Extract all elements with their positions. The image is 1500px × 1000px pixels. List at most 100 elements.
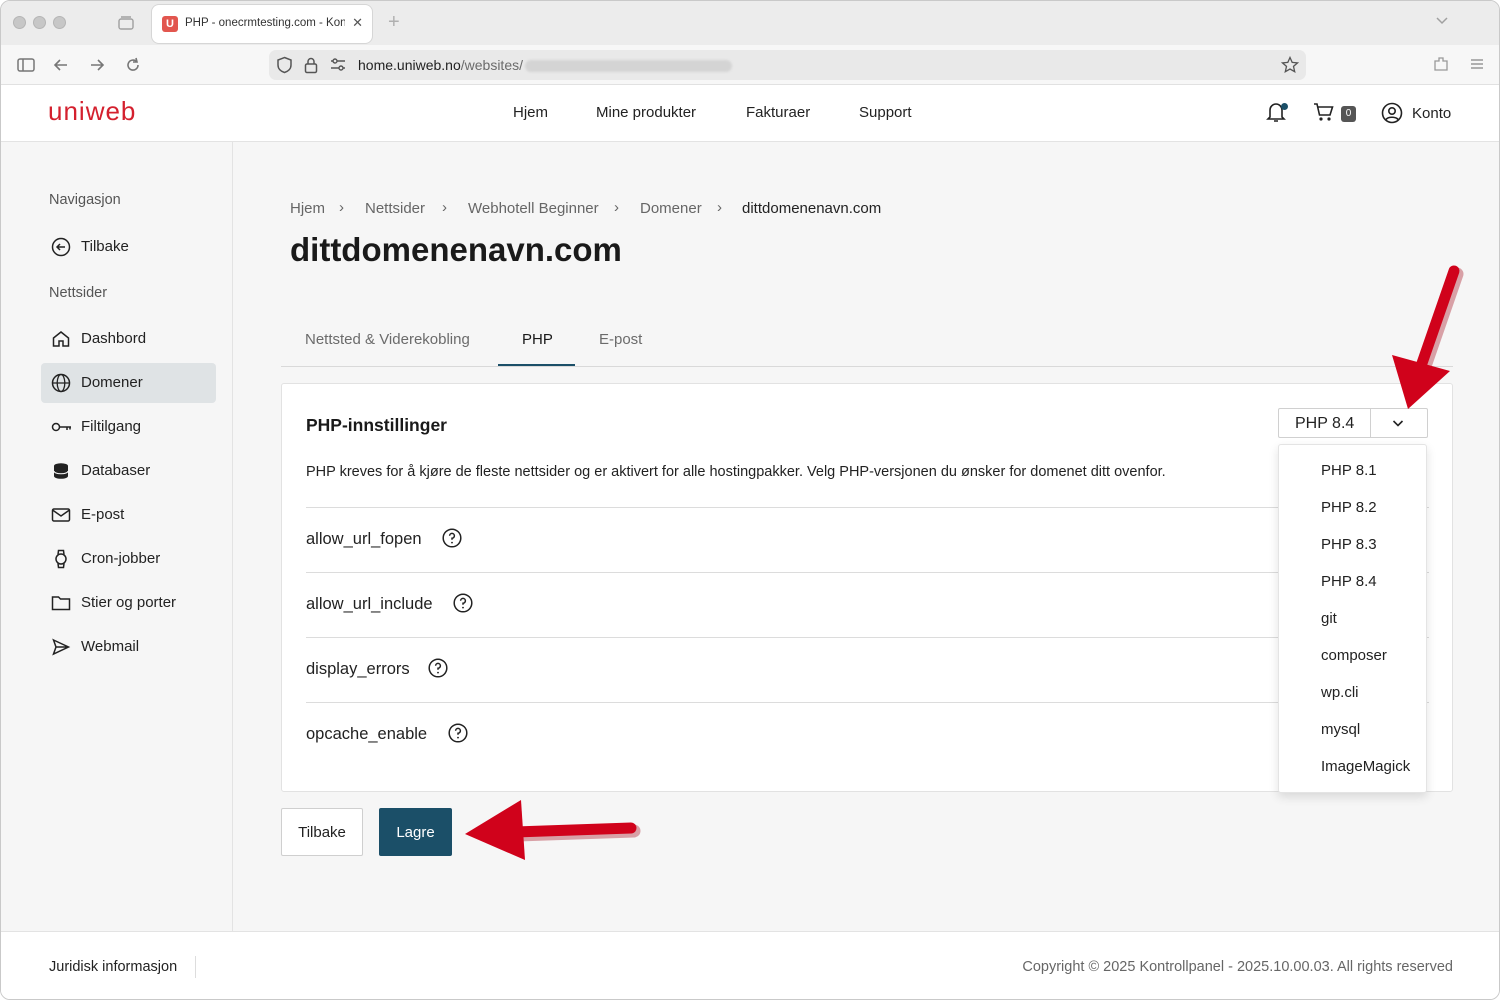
url-text[interactable]: home.uniweb.no/websites/ (358, 57, 732, 73)
database-icon (51, 461, 71, 481)
sidebar-item-back[interactable]: Tilbake (41, 227, 216, 267)
breadcrumb-webhotell[interactable]: Webhotell Beginner (468, 200, 599, 217)
dropdown-option[interactable]: mysql (1321, 721, 1360, 738)
sidebar-item-label: Webmail (81, 638, 140, 655)
sidebar-item-databaser[interactable]: Databaser (41, 451, 216, 491)
sidebar-item-label: Tilbake (81, 238, 129, 255)
option-label: allow_url_fopen (306, 530, 422, 548)
lock-icon[interactable] (304, 56, 318, 79)
save-button[interactable]: Lagre (379, 808, 452, 856)
sidebar-item-stier-og-porter[interactable]: Stier og porter (41, 583, 216, 623)
browser-toolbar: home.uniweb.no/websites/ (1, 45, 1499, 85)
sidebar-item-dashbord[interactable]: Dashbord (41, 319, 216, 359)
option-label: allow_url_include (306, 595, 433, 613)
account-icon[interactable] (1381, 102, 1403, 129)
sidebar-item-e-post[interactable]: E-post (41, 495, 216, 535)
browser-window: U PHP - onecrmtesting.com - Kontrollpane… (0, 0, 1500, 1000)
url-redacted (525, 60, 732, 73)
footer-divider (195, 956, 196, 978)
tab-title: PHP - onecrmtesting.com - Kontrollpanel (185, 17, 345, 29)
sidebar: Navigasjon Tilbake Nettsider Dashbord Do… (1, 142, 233, 931)
key-icon (51, 417, 71, 437)
menu-icon[interactable] (1468, 55, 1488, 75)
sidebar-item-label: Cron-jobber (81, 550, 161, 567)
dropdown-option[interactable]: composer (1321, 647, 1387, 664)
globe-icon (51, 373, 71, 393)
sidebar-item-label: Dashbord (81, 330, 147, 347)
browser-tab-bar: U PHP - onecrmtesting.com - Kontrollpane… (1, 1, 1499, 45)
breadcrumb-chevron-icon: › (339, 199, 344, 216)
tab-close-icon[interactable]: ✕ (352, 15, 363, 31)
legal-info-link[interactable]: Juridisk informasjon (49, 959, 177, 975)
browser-tab-active[interactable]: U PHP - onecrmtesting.com - Kontrollpane… (152, 5, 372, 43)
php-version-select[interactable]: PHP 8.4 (1278, 408, 1428, 438)
tab-php[interactable]: PHP (522, 331, 553, 348)
zoom-window-button[interactable] (53, 16, 66, 29)
dropdown-option[interactable]: ImageMagick (1321, 758, 1410, 775)
breadcrumb-hjem[interactable]: Hjem (290, 200, 325, 217)
sidebar-heading-navigation: Navigasjon (49, 192, 121, 208)
nav-support[interactable]: Support (859, 104, 912, 121)
uniweb-favicon-icon: U (162, 16, 178, 32)
dropdown-option[interactable]: wp.cli (1321, 684, 1359, 701)
back-circle-icon (51, 237, 71, 257)
extensions-icon[interactable] (1432, 55, 1452, 75)
breadcrumb-domener[interactable]: Domener (640, 200, 702, 217)
php-option-row: allow_url_fopen (306, 507, 1429, 572)
forward-arrow-icon[interactable] (87, 55, 107, 75)
card-title: PHP-innstillinger (306, 415, 447, 435)
sidebar-toggle-icon[interactable] (16, 55, 36, 75)
nav-mine-produkter[interactable]: Mine produkter (596, 104, 696, 121)
close-window-button[interactable] (13, 16, 26, 29)
tab-e-post[interactable]: E-post (599, 331, 642, 348)
bookmark-star-icon[interactable] (1280, 55, 1300, 79)
reload-icon[interactable] (123, 55, 143, 75)
help-icon[interactable] (442, 528, 462, 548)
sidebar-item-label: E-post (81, 506, 125, 523)
new-tab-icon[interactable]: + (388, 12, 400, 32)
php-option-row: allow_url_include (306, 572, 1429, 637)
nav-hjem[interactable]: Hjem (513, 104, 548, 121)
back-arrow-icon[interactable] (51, 55, 71, 75)
help-icon[interactable] (453, 593, 473, 613)
account-link[interactable]: Konto (1412, 105, 1451, 122)
folder-icon (51, 593, 71, 613)
tab-nettsted-viderekobling[interactable]: Nettsted & Viderekobling (305, 331, 470, 348)
help-icon[interactable] (428, 658, 448, 678)
help-icon[interactable] (448, 723, 468, 743)
back-button[interactable]: Tilbake (281, 808, 363, 856)
dropdown-option[interactable]: PHP 8.3 (1321, 536, 1377, 553)
dropdown-option[interactable]: git (1321, 610, 1337, 627)
php-version-dropdown-menu: PHP 8.1 PHP 8.2 PHP 8.3 PHP 8.4 git comp… (1278, 444, 1427, 793)
sidebar-item-domener[interactable]: Domener (41, 363, 216, 403)
shield-icon[interactable] (276, 56, 293, 79)
site-header: uniweb Hjem Mine produkter Fakturaer Sup… (1, 85, 1499, 142)
site-settings-icon[interactable] (330, 58, 346, 77)
url-bar[interactable]: home.uniweb.no/websites/ (269, 50, 1306, 80)
sidebar-item-filtilgang[interactable]: Filtilgang (41, 407, 216, 447)
sidebar-heading-nettsider: Nettsider (49, 285, 108, 301)
tab-overview-icon[interactable] (117, 14, 135, 32)
watch-icon (51, 549, 71, 569)
uniweb-logo[interactable]: uniweb (48, 96, 136, 127)
dropdown-option[interactable]: PHP 8.2 (1321, 499, 1377, 516)
sidebar-item-webmail[interactable]: Webmail (41, 627, 216, 667)
tab-list-chevron-icon[interactable] (1435, 13, 1449, 32)
dropdown-option[interactable]: PHP 8.1 (1321, 462, 1377, 479)
cart-icon[interactable] (1313, 101, 1335, 128)
dropdown-option[interactable]: PHP 8.4 (1321, 573, 1377, 590)
php-version-value: PHP 8.4 (1295, 415, 1355, 432)
home-icon (51, 329, 71, 349)
minimize-window-button[interactable] (33, 16, 46, 29)
breadcrumb-nettsider[interactable]: Nettsider (365, 200, 425, 217)
tabs-divider (281, 366, 1453, 367)
sidebar-item-cron-jobber[interactable]: Cron-jobber (41, 539, 216, 579)
cart-count-badge: 0 (1341, 106, 1356, 122)
php-option-row: opcache_enable (306, 702, 1429, 767)
copyright-text: Copyright © 2025 Kontrollpanel - 2025.10… (1022, 959, 1453, 975)
nav-fakturaer[interactable]: Fakturaer (746, 104, 810, 121)
footer: Juridisk informasjon Copyright © 2025 Ko… (1, 931, 1499, 999)
sidebar-item-label: Stier og porter (81, 594, 177, 611)
active-tab-indicator (498, 364, 575, 366)
chevron-down-icon[interactable] (1391, 416, 1405, 430)
